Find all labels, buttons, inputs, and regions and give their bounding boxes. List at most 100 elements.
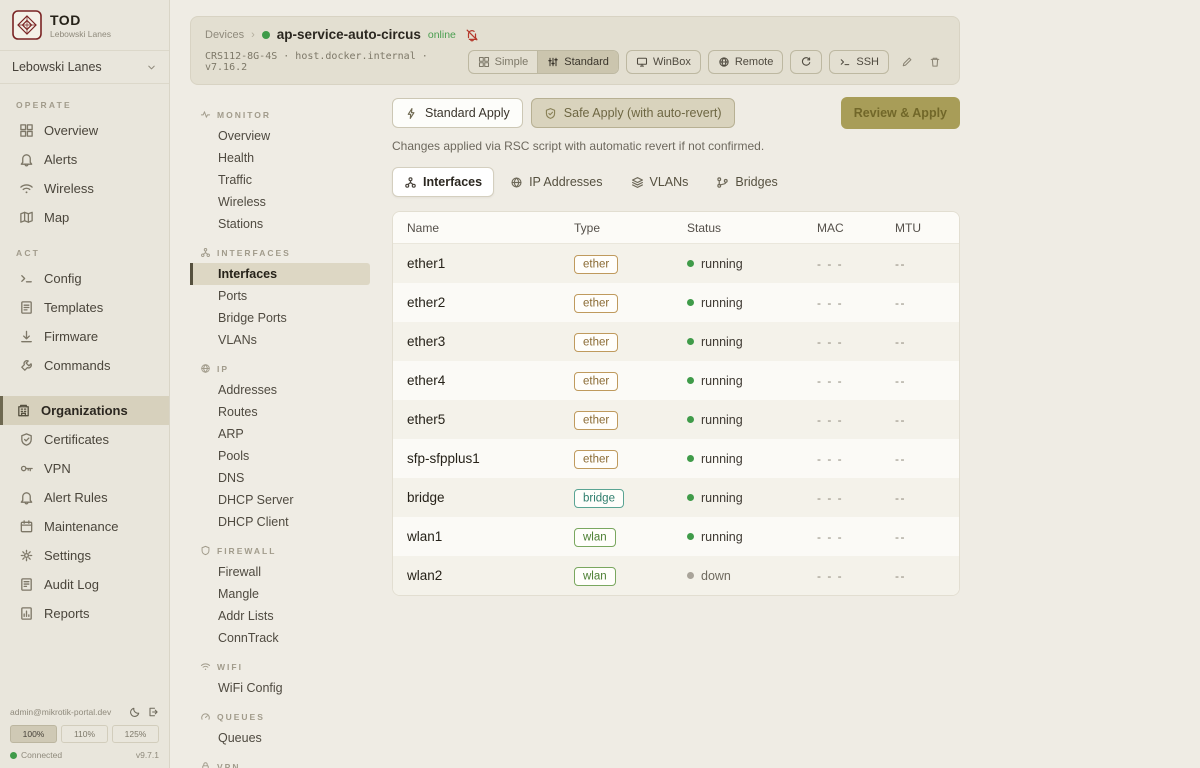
refresh-icon <box>800 56 812 68</box>
edit-device-button[interactable] <box>896 52 917 73</box>
breadcrumb-separator: › <box>251 29 255 41</box>
devnav-item-conntrack[interactable]: ConnTrack <box>190 627 370 649</box>
sidebar-item-overview[interactable]: Overview <box>0 116 169 145</box>
sidebar-item-audit-log[interactable]: Audit Log <box>0 570 169 599</box>
devnav-item-stations[interactable]: Stations <box>190 213 370 235</box>
devnav-item-addresses[interactable]: Addresses <box>190 379 370 401</box>
sidebar-item-reports[interactable]: Reports <box>0 599 169 628</box>
ssh-button[interactable]: SSH <box>829 50 889 74</box>
sidebar-item-wireless[interactable]: Wireless <box>0 174 169 203</box>
review-apply-button[interactable]: Review & Apply <box>841 97 960 129</box>
zoom-100-button[interactable]: 100% <box>10 725 57 743</box>
zoom-110-button[interactable]: 110% <box>61 725 108 743</box>
devnav-item-addr-lists[interactable]: Addr Lists <box>190 605 370 627</box>
cell-name: ether1 <box>407 256 574 271</box>
branch-icon <box>716 176 729 189</box>
devnav-item-health[interactable]: Health <box>190 147 370 169</box>
sidebar-item-templates[interactable]: Templates <box>0 293 169 322</box>
table-row-ether4[interactable]: ether4 ether running - - - -- <box>393 361 959 400</box>
view-simple-button[interactable]: Simple <box>469 51 538 73</box>
app-sidebar: TOD Lebowski Lanes Lebowski Lanes OPERAT… <box>0 0 170 768</box>
standard-apply-button[interactable]: Standard Apply <box>392 98 523 128</box>
devnav-item-dhcp-server[interactable]: DHCP Server <box>190 489 370 511</box>
theme-toggle-icon[interactable] <box>129 706 141 718</box>
sidebar-item-map[interactable]: Map <box>0 203 169 232</box>
calendar-icon <box>19 519 34 534</box>
cell-type: ether <box>574 333 687 351</box>
tab-vlans[interactable]: VLANs <box>619 167 701 197</box>
table-row-wlan1[interactable]: wlan1 wlan running - - - -- <box>393 517 959 556</box>
devnav-item-vlans[interactable]: VLANs <box>190 329 370 351</box>
sidebar-item-organizations[interactable]: Organizations <box>0 396 169 425</box>
sidebar-item-alert-rules[interactable]: Alert Rules <box>0 483 169 512</box>
devnav-item-mangle[interactable]: Mangle <box>190 583 370 605</box>
sidebar-item-alerts[interactable]: Alerts <box>0 145 169 174</box>
devnav-item-wireless[interactable]: Wireless <box>190 191 370 213</box>
safe-apply-with-auto-revert-button[interactable]: Safe Apply (with auto-revert) <box>531 98 735 128</box>
status-dot-icon <box>687 494 694 501</box>
tab-bridges[interactable]: Bridges <box>704 167 789 197</box>
remote-button[interactable]: Remote <box>708 50 784 74</box>
trash-icon <box>929 56 941 68</box>
sidebar-item-commands[interactable]: Commands <box>0 351 169 380</box>
devnav-item-arp[interactable]: ARP <box>190 423 370 445</box>
devnav-item-routes[interactable]: Routes <box>190 401 370 423</box>
cell-status: running <box>687 413 817 427</box>
globe-icon <box>718 56 730 68</box>
sidebar-item-settings[interactable]: Settings <box>0 541 169 570</box>
connection-status: Connected <box>10 750 62 760</box>
table-row-sfp-sfpplus1[interactable]: sfp-sfpplus1 ether running - - - -- <box>393 439 959 478</box>
device-state-badge: online <box>428 29 456 41</box>
sidebar-item-label: Organizations <box>41 403 128 418</box>
sidebar-item-certificates[interactable]: Certificates <box>0 425 169 454</box>
column-header-name[interactable]: Name <box>407 221 574 235</box>
cell-type: wlan <box>574 567 687 585</box>
delete-device-button[interactable] <box>924 52 945 73</box>
cell-mtu: -- <box>895 257 945 271</box>
devnav-item-ports[interactable]: Ports <box>190 285 370 307</box>
sidebar-section-operate: OPERATE <box>0 84 169 116</box>
devnav-item-firewall[interactable]: Firewall <box>190 561 370 583</box>
table-row-bridge[interactable]: bridge bridge running - - - -- <box>393 478 959 517</box>
column-header-mtu[interactable]: MTU <box>895 221 945 235</box>
column-header-mac[interactable]: MAC <box>817 221 895 235</box>
winbox-button[interactable]: WinBox <box>626 50 701 74</box>
refresh-button[interactable] <box>790 50 822 74</box>
view-standard-button[interactable]: Standard <box>537 51 618 73</box>
connected-dot-icon <box>10 752 17 759</box>
grid-icon <box>478 56 490 68</box>
devnav-item-dhcp-client[interactable]: DHCP Client <box>190 511 370 533</box>
grid-icon <box>19 123 34 138</box>
notifications-muted-icon[interactable] <box>465 28 479 42</box>
sidebar-item-label: Certificates <box>44 432 109 447</box>
table-row-ether5[interactable]: ether5 ether running - - - -- <box>393 400 959 439</box>
tab-interfaces[interactable]: Interfaces <box>392 167 494 197</box>
cell-type: bridge <box>574 489 687 507</box>
devnav-item-dns[interactable]: DNS <box>190 467 370 489</box>
tab-ip-addresses[interactable]: IP Addresses <box>498 167 614 197</box>
devnav-item-pools[interactable]: Pools <box>190 445 370 467</box>
breadcrumb-devices-link[interactable]: Devices <box>205 29 244 41</box>
cell-type: ether <box>574 372 687 390</box>
cell-name: sfp-sfpplus1 <box>407 451 574 466</box>
sidebar-item-maintenance[interactable]: Maintenance <box>0 512 169 541</box>
org-selector[interactable]: Lebowski Lanes <box>0 50 169 84</box>
table-row-ether3[interactable]: ether3 ether running - - - -- <box>393 322 959 361</box>
sidebar-item-vpn[interactable]: VPN <box>0 454 169 483</box>
devnav-item-traffic[interactable]: Traffic <box>190 169 370 191</box>
devnav-item-bridge-ports[interactable]: Bridge Ports <box>190 307 370 329</box>
table-row-ether2[interactable]: ether2 ether running - - - -- <box>393 283 959 322</box>
zoom-125-button[interactable]: 125% <box>112 725 159 743</box>
devnav-item-wifi-config[interactable]: WiFi Config <box>190 677 370 699</box>
devnav-item-overview[interactable]: Overview <box>190 125 370 147</box>
logout-icon[interactable] <box>147 706 159 718</box>
content-tabs: Interfaces IP Addresses VLANs Bridges <box>392 167 960 197</box>
devnav-item-interfaces[interactable]: Interfaces <box>190 263 370 285</box>
column-header-status[interactable]: Status <box>687 221 817 235</box>
sidebar-item-config[interactable]: Config <box>0 264 169 293</box>
table-row-wlan2[interactable]: wlan2 wlan down - - - -- <box>393 556 959 595</box>
devnav-item-queues[interactable]: Queues <box>190 727 370 749</box>
column-header-type[interactable]: Type <box>574 221 687 235</box>
sidebar-item-firmware[interactable]: Firmware <box>0 322 169 351</box>
table-row-ether1[interactable]: ether1 ether running - - - -- <box>393 244 959 283</box>
